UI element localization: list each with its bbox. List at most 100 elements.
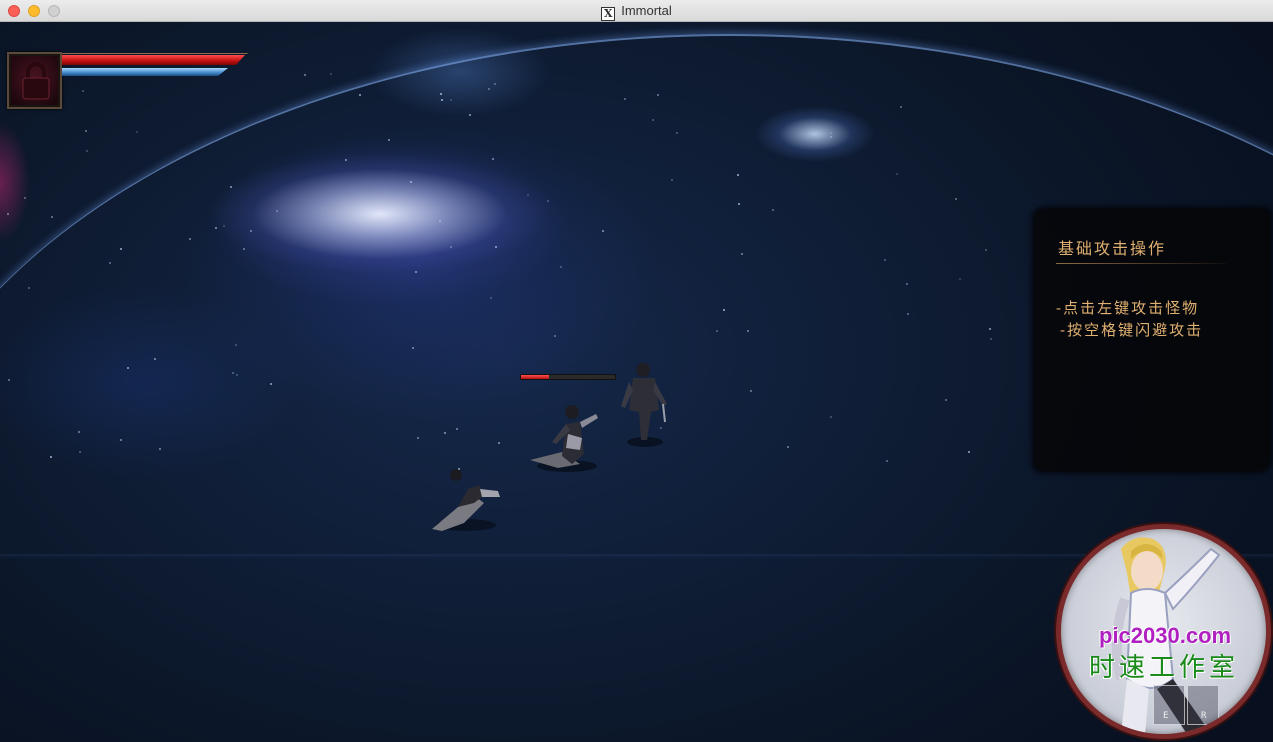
star xyxy=(235,344,237,346)
star xyxy=(985,249,987,251)
star xyxy=(330,73,332,75)
star xyxy=(671,179,673,181)
star xyxy=(456,428,458,430)
star xyxy=(657,94,659,96)
star xyxy=(415,271,417,273)
enemy-character[interactable] xyxy=(615,360,675,450)
star xyxy=(444,432,446,434)
tutorial-line-attack: -点击左键攻击怪物 xyxy=(1056,299,1200,317)
star xyxy=(189,238,191,240)
star xyxy=(78,431,80,433)
x11-app-icon: X xyxy=(601,7,616,21)
star xyxy=(602,230,604,232)
star xyxy=(439,220,441,222)
star xyxy=(716,330,718,332)
player-mana-fill xyxy=(62,68,228,76)
star xyxy=(450,246,452,248)
player-mana-bar xyxy=(62,68,228,76)
star xyxy=(276,210,278,212)
star xyxy=(989,328,991,330)
window-title-text: Immortal xyxy=(621,3,672,18)
star xyxy=(24,197,26,199)
star xyxy=(250,230,252,232)
star xyxy=(243,248,245,250)
star xyxy=(441,99,443,101)
star xyxy=(527,194,529,196)
star xyxy=(109,262,111,264)
star xyxy=(560,266,562,268)
enemy-health-fill xyxy=(521,375,550,379)
skill-key-r-label: R xyxy=(1201,711,1207,721)
window-title: X Immortal xyxy=(0,3,1273,21)
tutorial-line-dodge: -按空格键闪避攻击 xyxy=(1060,321,1204,339)
star xyxy=(469,114,471,116)
star xyxy=(223,225,225,227)
player-character[interactable] xyxy=(522,394,612,474)
star xyxy=(8,379,10,381)
star xyxy=(945,399,947,401)
tutorial-divider xyxy=(1056,263,1226,264)
star xyxy=(136,131,138,133)
player-health-bar xyxy=(62,55,245,65)
star xyxy=(738,203,740,205)
star xyxy=(955,198,957,200)
star xyxy=(652,119,654,121)
lock-icon xyxy=(22,62,50,100)
star xyxy=(120,248,122,250)
star xyxy=(79,451,81,453)
star xyxy=(750,390,752,392)
star xyxy=(410,181,412,183)
star xyxy=(676,132,678,134)
star xyxy=(50,456,52,458)
fallen-character[interactable] xyxy=(428,467,506,537)
star xyxy=(490,297,492,299)
enemy-health-bar xyxy=(520,374,616,380)
star xyxy=(968,451,970,453)
star xyxy=(85,130,87,132)
star xyxy=(959,278,961,280)
star xyxy=(450,99,452,101)
star xyxy=(86,150,88,152)
skill-slot-e xyxy=(1153,685,1185,725)
star xyxy=(741,253,743,255)
star xyxy=(488,88,490,90)
star xyxy=(51,216,53,218)
star xyxy=(990,338,992,340)
star xyxy=(82,90,84,92)
star xyxy=(7,213,9,215)
star xyxy=(830,136,832,138)
star xyxy=(492,158,494,160)
star xyxy=(624,98,626,100)
watermark-studio: 时速工作室 xyxy=(1089,653,1240,683)
star xyxy=(495,246,497,248)
star xyxy=(154,358,156,360)
star xyxy=(498,442,500,444)
star xyxy=(345,159,347,161)
star xyxy=(907,313,909,315)
star xyxy=(772,209,774,211)
star xyxy=(787,446,789,448)
tutorial-panel: 基础攻击操作 -点击左键攻击怪物 -按空格键闪避攻击 xyxy=(1034,209,1270,471)
player-avatar[interactable] xyxy=(7,52,62,109)
window-titlebar: X Immortal xyxy=(0,0,1273,22)
star xyxy=(547,200,549,202)
star xyxy=(236,374,238,376)
star xyxy=(388,139,390,141)
game-viewport[interactable]: 基础攻击操作 -点击左键攻击怪物 -按空格键闪避攻击 E R pic2030.c… xyxy=(0,22,1273,742)
star xyxy=(900,106,902,108)
star xyxy=(494,83,496,85)
star xyxy=(554,335,556,337)
star xyxy=(906,283,908,285)
star xyxy=(359,94,361,96)
star xyxy=(412,347,414,349)
star xyxy=(747,330,749,332)
star xyxy=(230,186,232,188)
skill-key-e-label: E xyxy=(1163,711,1169,721)
watermark-badge: E R pic2030.com 时速工作室 xyxy=(1056,524,1271,739)
star xyxy=(28,287,30,289)
star xyxy=(830,416,832,418)
star xyxy=(723,309,725,311)
star xyxy=(270,383,272,385)
star xyxy=(886,460,888,462)
star xyxy=(737,174,739,176)
